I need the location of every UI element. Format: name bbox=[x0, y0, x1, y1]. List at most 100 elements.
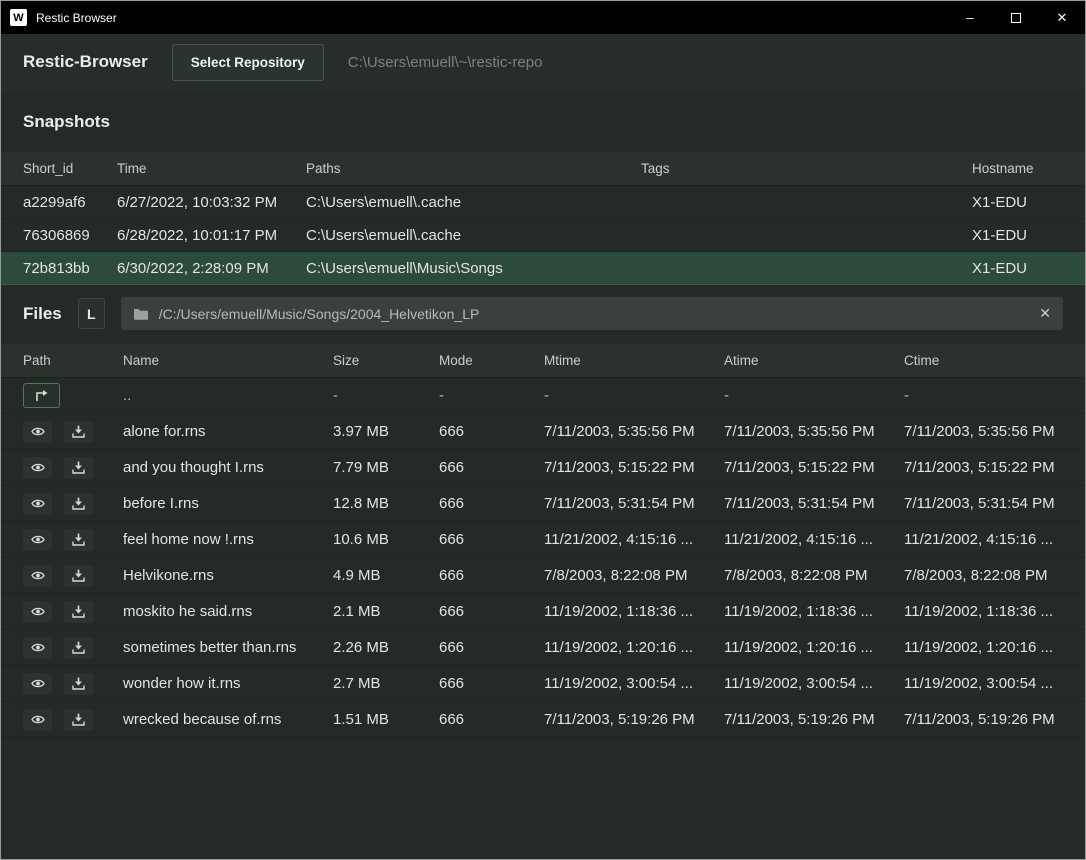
file-mtime: 7/11/2003, 5:19:26 PM bbox=[544, 711, 724, 728]
snapshot-row[interactable]: a2299af6 6/27/2022, 10:03:32 PM C:\Users… bbox=[1, 186, 1085, 219]
file-size: 3.97 MB bbox=[333, 423, 439, 440]
file-row[interactable]: wrecked because of.rns 1.51 MB 666 7/11/… bbox=[1, 702, 1085, 738]
file-atime: 7/11/2003, 5:15:22 PM bbox=[724, 459, 904, 476]
eye-icon bbox=[31, 498, 45, 509]
file-atime: 7/8/2003, 8:22:08 PM bbox=[724, 567, 904, 584]
file-mode: 666 bbox=[439, 567, 544, 584]
clear-icon: ✕ bbox=[1039, 305, 1051, 321]
up-arrow-icon bbox=[34, 389, 49, 402]
file-size: 12.8 MB bbox=[333, 495, 439, 512]
file-row[interactable]: wonder how it.rns 2.7 MB 666 11/19/2002,… bbox=[1, 666, 1085, 702]
snapshot-paths: C:\Users\emuell\.cache bbox=[306, 227, 641, 244]
file-ctime: 11/19/2002, 1:18:36 ... bbox=[904, 603, 1063, 620]
download-button[interactable] bbox=[64, 565, 93, 587]
file-ctime: 7/11/2003, 5:19:26 PM bbox=[904, 711, 1063, 728]
file-atime: 11/19/2002, 1:18:36 ... bbox=[724, 603, 904, 620]
download-icon bbox=[72, 641, 85, 654]
download-button[interactable] bbox=[64, 637, 93, 659]
file-path-input[interactable]: /C:/Users/emuell/Music/Songs/2004_Helvet… bbox=[121, 297, 1063, 330]
maximize-icon bbox=[1011, 13, 1021, 23]
column-header-tags: Tags bbox=[641, 161, 972, 176]
column-header-atime: Atime bbox=[724, 353, 904, 368]
minimize-button[interactable]: – bbox=[947, 1, 993, 34]
file-name: sometimes better than.rns bbox=[123, 639, 333, 656]
snapshot-row-selected[interactable]: 72b813bb 6/30/2022, 2:28:09 PM C:\Users\… bbox=[1, 252, 1085, 285]
file-size: 2.7 MB bbox=[333, 675, 439, 692]
file-atime: - bbox=[724, 387, 904, 404]
files-table-header: Path Name Size Mode Mtime Atime Ctime bbox=[1, 344, 1085, 378]
preview-button[interactable] bbox=[23, 673, 52, 695]
file-atime: 7/11/2003, 5:31:54 PM bbox=[724, 495, 904, 512]
file-name: and you thought I.rns bbox=[123, 459, 333, 476]
file-row[interactable]: sometimes better than.rns 2.26 MB 666 11… bbox=[1, 630, 1085, 666]
go-up-button[interactable] bbox=[23, 383, 60, 408]
file-row[interactable]: Helvikone.rns 4.9 MB 666 7/8/2003, 8:22:… bbox=[1, 558, 1085, 594]
file-atime: 7/11/2003, 5:19:26 PM bbox=[724, 711, 904, 728]
file-mtime: 7/11/2003, 5:35:56 PM bbox=[544, 423, 724, 440]
file-name: wrecked because of.rns bbox=[123, 711, 333, 728]
clear-path-button[interactable]: ✕ bbox=[1039, 305, 1051, 322]
file-mtime: 7/11/2003, 5:31:54 PM bbox=[544, 495, 724, 512]
download-button[interactable] bbox=[64, 529, 93, 551]
select-repository-button[interactable]: Select Repository bbox=[172, 44, 324, 81]
file-row[interactable]: alone for.rns 3.97 MB 666 7/11/2003, 5:3… bbox=[1, 414, 1085, 450]
file-mtime: - bbox=[544, 387, 724, 404]
snapshots-heading: Snapshots bbox=[1, 90, 1085, 152]
download-button[interactable] bbox=[64, 421, 93, 443]
maximize-button[interactable] bbox=[993, 1, 1039, 34]
file-mode: 666 bbox=[439, 675, 544, 692]
file-mtime: 11/19/2002, 1:18:36 ... bbox=[544, 603, 724, 620]
file-row[interactable]: moskito he said.rns 2.1 MB 666 11/19/200… bbox=[1, 594, 1085, 630]
title-bar: W Restic Browser – ✕ bbox=[1, 1, 1085, 34]
column-header-size: Size bbox=[333, 353, 439, 368]
download-button[interactable] bbox=[64, 601, 93, 623]
restic-browser-window: W Restic Browser – ✕ Restic-Browser Sele… bbox=[0, 0, 1086, 860]
column-header-name: Name bbox=[123, 353, 333, 368]
download-icon bbox=[72, 497, 85, 510]
file-mode: 666 bbox=[439, 495, 544, 512]
snapshot-hostname: X1-EDU bbox=[972, 260, 1063, 277]
file-mtime: 11/19/2002, 1:20:16 ... bbox=[544, 639, 724, 656]
download-button[interactable] bbox=[64, 673, 93, 695]
file-path-value: /C:/Users/emuell/Music/Songs/2004_Helvet… bbox=[159, 306, 1030, 322]
file-name: .. bbox=[123, 387, 333, 404]
file-row[interactable]: before I.rns 12.8 MB 666 7/11/2003, 5:31… bbox=[1, 486, 1085, 522]
preview-button[interactable] bbox=[23, 565, 52, 587]
file-row[interactable]: and you thought I.rns 7.79 MB 666 7/11/2… bbox=[1, 450, 1085, 486]
preview-button[interactable] bbox=[23, 421, 52, 443]
file-ctime: 7/11/2003, 5:31:54 PM bbox=[904, 495, 1063, 512]
file-mtime: 11/21/2002, 4:15:16 ... bbox=[544, 531, 724, 548]
close-icon: ✕ bbox=[1057, 10, 1068, 26]
close-button[interactable]: ✕ bbox=[1039, 1, 1085, 34]
snapshot-row[interactable]: 76306869 6/28/2022, 10:01:17 PM C:\Users… bbox=[1, 219, 1085, 252]
eye-icon bbox=[31, 606, 45, 617]
parent-directory-row[interactable]: .. - - - - - bbox=[1, 378, 1085, 414]
download-icon bbox=[72, 713, 85, 726]
download-button[interactable] bbox=[64, 457, 93, 479]
file-name: alone for.rns bbox=[123, 423, 333, 440]
download-icon bbox=[72, 533, 85, 546]
file-atime: 11/19/2002, 1:20:16 ... bbox=[724, 639, 904, 656]
file-mtime: 7/8/2003, 8:22:08 PM bbox=[544, 567, 724, 584]
preview-button[interactable] bbox=[23, 601, 52, 623]
snapshots-table: Short_id Time Paths Tags Hostname a2299a… bbox=[1, 152, 1085, 285]
column-header-short-id: Short_id bbox=[23, 161, 117, 176]
file-name: moskito he said.rns bbox=[123, 603, 333, 620]
files-table: Path Name Size Mode Mtime Atime Ctime ..… bbox=[1, 344, 1085, 738]
file-row[interactable]: feel home now !.rns 10.6 MB 666 11/21/20… bbox=[1, 522, 1085, 558]
column-header-mtime: Mtime bbox=[544, 353, 724, 368]
column-header-path: Path bbox=[23, 353, 123, 368]
file-mode: 666 bbox=[439, 639, 544, 656]
preview-button[interactable] bbox=[23, 529, 52, 551]
root-shortcut-button[interactable]: L bbox=[78, 298, 105, 329]
preview-button[interactable] bbox=[23, 637, 52, 659]
download-button[interactable] bbox=[64, 493, 93, 515]
download-icon bbox=[72, 605, 85, 618]
preview-button[interactable] bbox=[23, 457, 52, 479]
file-mtime: 7/11/2003, 5:15:22 PM bbox=[544, 459, 724, 476]
download-button[interactable] bbox=[64, 709, 93, 731]
file-size: 10.6 MB bbox=[333, 531, 439, 548]
preview-button[interactable] bbox=[23, 493, 52, 515]
eye-icon bbox=[31, 426, 45, 437]
preview-button[interactable] bbox=[23, 709, 52, 731]
